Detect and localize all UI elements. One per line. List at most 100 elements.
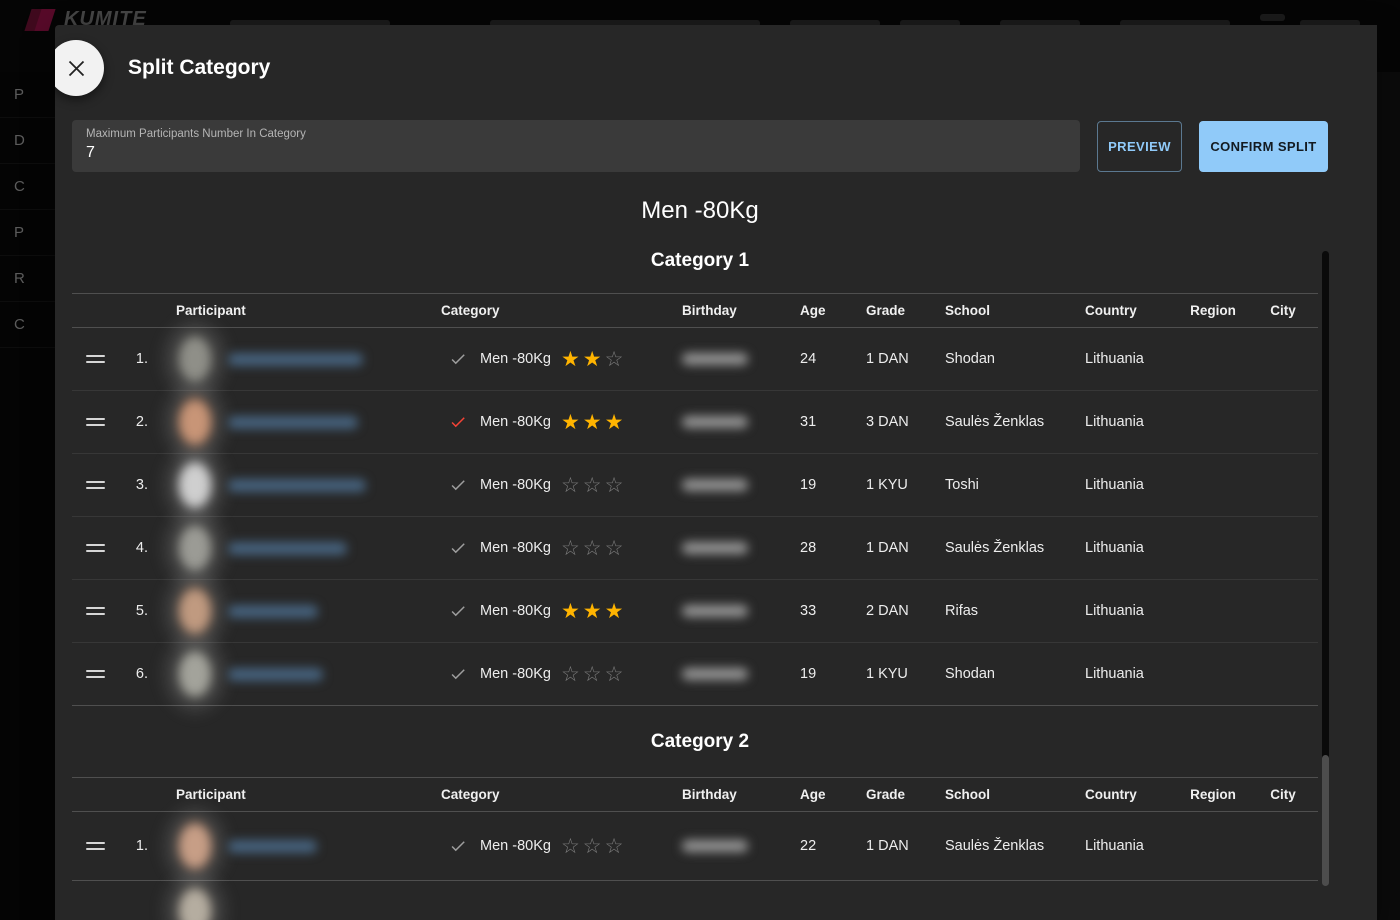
section-title: Category 2 (55, 731, 1345, 753)
row-index: 1. (118, 328, 148, 390)
star-rating[interactable]: ☆☆☆ (561, 836, 626, 857)
row-country: Lithuania (1058, 454, 1178, 516)
row-region (1178, 517, 1248, 579)
drag-handle-icon[interactable] (86, 412, 105, 432)
star-empty-icon[interactable]: ☆ (583, 475, 602, 496)
star-filled-icon[interactable]: ★ (561, 349, 580, 370)
table-header-row: Participant Category Birthday Age Grade … (72, 293, 1318, 328)
scrollbar-thumb[interactable] (1322, 755, 1329, 886)
participant-name-blurred[interactable] (228, 353, 363, 366)
row-category: Men -80Kg (480, 351, 551, 367)
participant-name-blurred[interactable] (228, 668, 323, 681)
row-index: 3. (118, 454, 148, 516)
star-filled-icon[interactable]: ★ (583, 412, 602, 433)
header-school: School (918, 294, 1058, 327)
star-filled-icon[interactable]: ★ (561, 412, 580, 433)
star-empty-icon[interactable]: ☆ (605, 475, 624, 496)
star-empty-icon[interactable]: ☆ (605, 349, 624, 370)
header-age: Age (773, 778, 833, 811)
scrollbar-track[interactable] (1322, 251, 1329, 760)
preview-button[interactable]: PREVIEW (1097, 121, 1182, 172)
star-empty-icon[interactable]: ☆ (605, 538, 624, 559)
star-empty-icon[interactable]: ☆ (561, 538, 580, 559)
row-index: 5. (118, 580, 148, 642)
star-empty-icon[interactable]: ☆ (605, 836, 624, 857)
star-rating[interactable]: ★★★ (561, 412, 626, 433)
star-filled-icon[interactable]: ★ (605, 601, 624, 622)
birthday-blurred (682, 668, 748, 680)
row-country: Lithuania (1058, 643, 1178, 705)
star-rating[interactable]: ☆☆☆ (561, 538, 626, 559)
star-empty-icon[interactable]: ☆ (605, 664, 624, 685)
star-filled-icon[interactable]: ★ (605, 412, 624, 433)
table-row: 1. Men -80Kg ☆☆☆ 22 1 DAN Saulės Ženklas… (72, 812, 1318, 881)
star-empty-icon[interactable]: ☆ (561, 836, 580, 857)
row-index: 1. (118, 812, 148, 880)
birthday-blurred (682, 605, 748, 617)
partial-next-row-avatar (175, 883, 215, 920)
table-row: 6. Men -80Kg ☆☆☆ 19 1 KYU Shodan Lithuan… (72, 643, 1318, 706)
star-empty-icon[interactable]: ☆ (561, 664, 580, 685)
avatar (175, 520, 215, 576)
table-row: 2. Men -80Kg ★★★ 31 3 DAN Saulės Ženklas… (72, 391, 1318, 454)
input-label: Maximum Participants Number In Category (86, 128, 1066, 140)
participant-name-blurred[interactable] (228, 542, 347, 555)
row-school: Rifas (918, 580, 1058, 642)
star-rating[interactable]: ★★☆ (561, 349, 626, 370)
row-age: 28 (773, 517, 833, 579)
header-city: City (1248, 294, 1318, 327)
row-school: Shodan (918, 328, 1058, 390)
birthday-blurred (682, 479, 748, 491)
confirm-split-button[interactable]: CONFIRM SPLIT (1199, 121, 1328, 172)
star-filled-icon[interactable]: ★ (583, 349, 602, 370)
participant-name-blurred[interactable] (228, 416, 358, 429)
check-icon (449, 413, 467, 431)
drag-handle-icon[interactable] (86, 601, 105, 621)
row-category: Men -80Kg (480, 414, 551, 430)
check-icon (449, 837, 467, 855)
drag-handle-icon[interactable] (86, 664, 105, 684)
row-grade: 1 KYU (833, 454, 918, 516)
drag-handle-icon[interactable] (86, 349, 105, 369)
drag-handle-icon[interactable] (86, 836, 105, 856)
row-school: Saulės Ženklas (918, 391, 1058, 453)
participant-name-blurred[interactable] (228, 479, 366, 492)
header-school: School (918, 778, 1058, 811)
star-empty-icon[interactable]: ☆ (583, 836, 602, 857)
star-filled-icon[interactable]: ★ (583, 601, 602, 622)
modal-title: Split Category (128, 56, 270, 80)
row-country: Lithuania (1058, 328, 1178, 390)
row-city (1248, 812, 1318, 880)
star-rating[interactable]: ☆☆☆ (561, 664, 626, 685)
star-rating[interactable]: ★★★ (561, 601, 626, 622)
row-city (1248, 580, 1318, 642)
row-country: Lithuania (1058, 580, 1178, 642)
row-country: Lithuania (1058, 517, 1178, 579)
star-filled-icon[interactable]: ★ (561, 601, 580, 622)
header-city: City (1248, 778, 1318, 811)
max-participants-input[interactable]: Maximum Participants Number In Category … (72, 120, 1080, 172)
star-empty-icon[interactable]: ☆ (583, 538, 602, 559)
row-category: Men -80Kg (480, 540, 551, 556)
birthday-blurred (682, 542, 748, 554)
table-body: 1. Men -80Kg ★★☆ 24 1 DAN Shodan Lithuan… (72, 328, 1318, 706)
star-empty-icon[interactable]: ☆ (583, 664, 602, 685)
avatar (175, 818, 215, 874)
table-row: 5. Men -80Kg ★★★ 33 2 DAN Rifas Lithuani… (72, 580, 1318, 643)
drag-handle-icon[interactable] (86, 538, 105, 558)
header-participant: Participant (148, 294, 441, 327)
header-category: Category (441, 778, 678, 811)
row-grade: 1 KYU (833, 643, 918, 705)
avatar (175, 583, 215, 639)
participant-name-blurred[interactable] (228, 605, 318, 618)
star-rating[interactable]: ☆☆☆ (561, 475, 626, 496)
row-school: Saulės Ženklas (918, 517, 1058, 579)
table-body: 1. Men -80Kg ☆☆☆ 22 1 DAN Saulės Ženklas… (72, 812, 1318, 881)
close-button[interactable] (55, 40, 104, 96)
star-empty-icon[interactable]: ☆ (561, 475, 580, 496)
row-age: 24 (773, 328, 833, 390)
row-country: Lithuania (1058, 391, 1178, 453)
row-category: Men -80Kg (480, 838, 551, 854)
drag-handle-icon[interactable] (86, 475, 105, 495)
participant-name-blurred[interactable] (228, 840, 317, 853)
